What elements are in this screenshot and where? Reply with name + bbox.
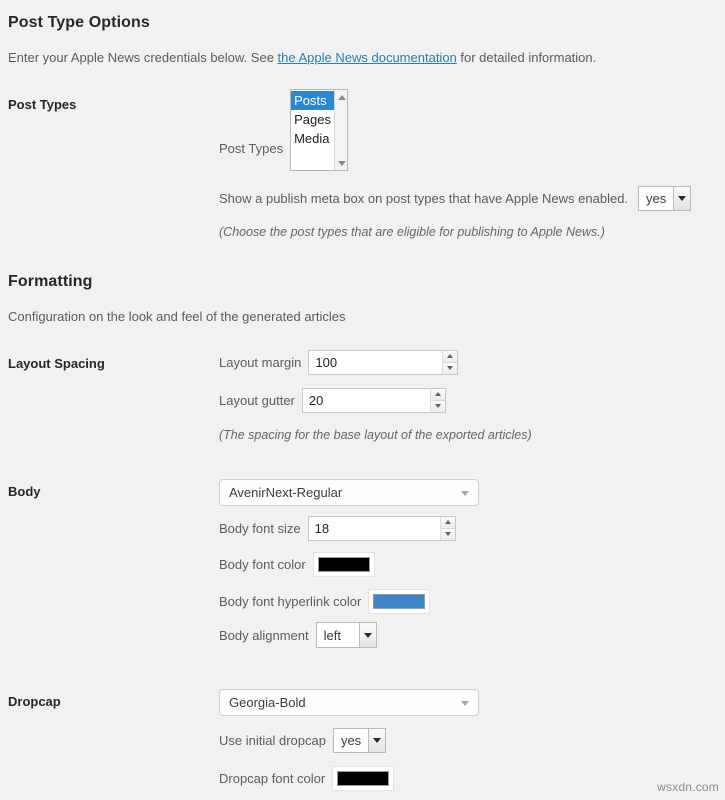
spinner-down-icon[interactable] <box>430 400 445 412</box>
body-alignment-label: Body alignment <box>219 627 309 643</box>
chevron-down-icon[interactable] <box>461 490 469 496</box>
publish-meta-box-value: yes <box>646 191 667 206</box>
dropcap-font-color-field: Dropcap font color <box>219 766 395 791</box>
body-hyperlink-color-swatch[interactable] <box>368 589 431 614</box>
body-font-size-input-wrapper[interactable] <box>307 516 456 541</box>
spinner-down-icon[interactable] <box>443 362 458 374</box>
color-chip <box>373 594 426 609</box>
scroll-down-icon[interactable] <box>335 156 347 170</box>
chevron-down-icon[interactable] <box>368 729 386 752</box>
post-types-field-group: Post Types Posts Pages Media <box>219 89 349 171</box>
use-initial-dropcap-select[interactable]: yes <box>332 728 387 753</box>
spinner-up-icon[interactable] <box>430 389 445 401</box>
layout-margin-input-wrapper[interactable] <box>308 350 459 375</box>
layout-spacing-hint: (The spacing for the base layout of the … <box>219 428 532 442</box>
post-types-listbox[interactable]: Posts Pages Media <box>290 89 349 171</box>
spinner-up-icon[interactable] <box>443 351 458 363</box>
settings-page: Post Type Options Enter your Apple News … <box>0 0 725 800</box>
scroll-up-icon[interactable] <box>335 90 347 104</box>
color-chip <box>317 557 370 572</box>
use-initial-dropcap-label: Use initial dropcap <box>219 733 326 748</box>
dropcap-font-family-select[interactable]: Georgia-Bold <box>219 689 479 716</box>
post-types-option-posts[interactable]: Posts <box>291 91 334 110</box>
description-text-before: Enter your Apple News credentials below.… <box>8 50 278 65</box>
layout-margin-label: Layout margin <box>219 355 302 370</box>
body-font-color-swatch[interactable] <box>312 552 375 577</box>
body-hyperlink-color-label: Body font hyperlink color <box>219 594 362 609</box>
layout-margin-input[interactable] <box>309 351 443 374</box>
body-font-color-field: Body font color <box>219 552 375 577</box>
body-alignment-value: left <box>323 627 341 643</box>
use-initial-dropcap-value: yes <box>340 733 362 748</box>
layout-gutter-label: Layout gutter <box>219 393 295 408</box>
post-types-row-label: Post Types <box>8 97 77 112</box>
dropcap-font-family-value: Georgia-Bold <box>229 695 306 710</box>
body-font-size-label: Body font size <box>219 521 301 536</box>
post-types-scrollbar[interactable] <box>333 90 348 170</box>
use-initial-dropcap-field: Use initial dropcap yes <box>219 728 387 753</box>
spinner-up-icon[interactable] <box>440 517 455 529</box>
body-font-family-select[interactable]: AvenirNext-Regular <box>219 479 479 506</box>
layout-gutter-spinner[interactable] <box>429 389 445 412</box>
post-types-hint: (Choose the post types that are eligible… <box>219 225 605 239</box>
spinner-down-icon[interactable] <box>440 528 455 540</box>
publish-meta-box-label: Show a publish meta box on post types th… <box>219 191 629 206</box>
chevron-down-icon[interactable] <box>673 187 691 210</box>
post-types-option-list: Posts Pages Media <box>291 90 334 170</box>
post-type-options-heading: Post Type Options <box>8 14 150 31</box>
publish-meta-box-field: Show a publish meta box on post types th… <box>219 186 692 211</box>
body-hyperlink-color-field: Body font hyperlink color <box>219 589 431 614</box>
post-types-option-media[interactable]: Media <box>291 129 334 148</box>
chevron-down-icon[interactable] <box>358 623 376 647</box>
post-types-option-pages[interactable]: Pages <box>291 110 334 129</box>
body-row-label: Body <box>8 484 41 499</box>
body-font-family-value: AvenirNext-Regular <box>229 485 343 500</box>
body-font-size-spinner[interactable] <box>439 517 455 540</box>
body-alignment-select[interactable]: left <box>315 622 377 648</box>
layout-margin-spinner[interactable] <box>442 351 458 374</box>
body-alignment-field: Body alignment left <box>219 622 377 648</box>
publish-meta-box-select[interactable]: yes <box>638 186 692 211</box>
apple-news-documentation-link[interactable]: the Apple News documentation <box>278 50 457 65</box>
dropcap-font-color-swatch[interactable] <box>332 766 395 791</box>
dropcap-font-color-label: Dropcap font color <box>219 771 326 786</box>
layout-gutter-input[interactable] <box>302 389 430 412</box>
formatting-description: Configuration on the look and feel of th… <box>8 309 346 324</box>
description-text-after: for detailed information. <box>456 50 597 65</box>
layout-gutter-field: Layout gutter <box>219 388 446 413</box>
layout-gutter-input-wrapper[interactable] <box>301 388 446 413</box>
body-font-size-input[interactable] <box>308 517 440 540</box>
layout-margin-field: Layout margin <box>219 350 459 375</box>
body-font-color-label: Body font color <box>219 557 306 572</box>
dropcap-row-label: Dropcap <box>8 694 61 709</box>
post-types-field-label: Post Types <box>219 140 284 156</box>
body-font-size-field: Body font size <box>219 516 456 541</box>
layout-spacing-row-label: Layout Spacing <box>8 356 105 371</box>
watermark: wsxdn.com <box>657 780 719 794</box>
chevron-down-icon[interactable] <box>461 700 469 706</box>
color-chip <box>337 771 390 786</box>
formatting-heading: Formatting <box>8 273 93 290</box>
post-type-options-description: Enter your Apple News credentials below.… <box>8 50 708 65</box>
